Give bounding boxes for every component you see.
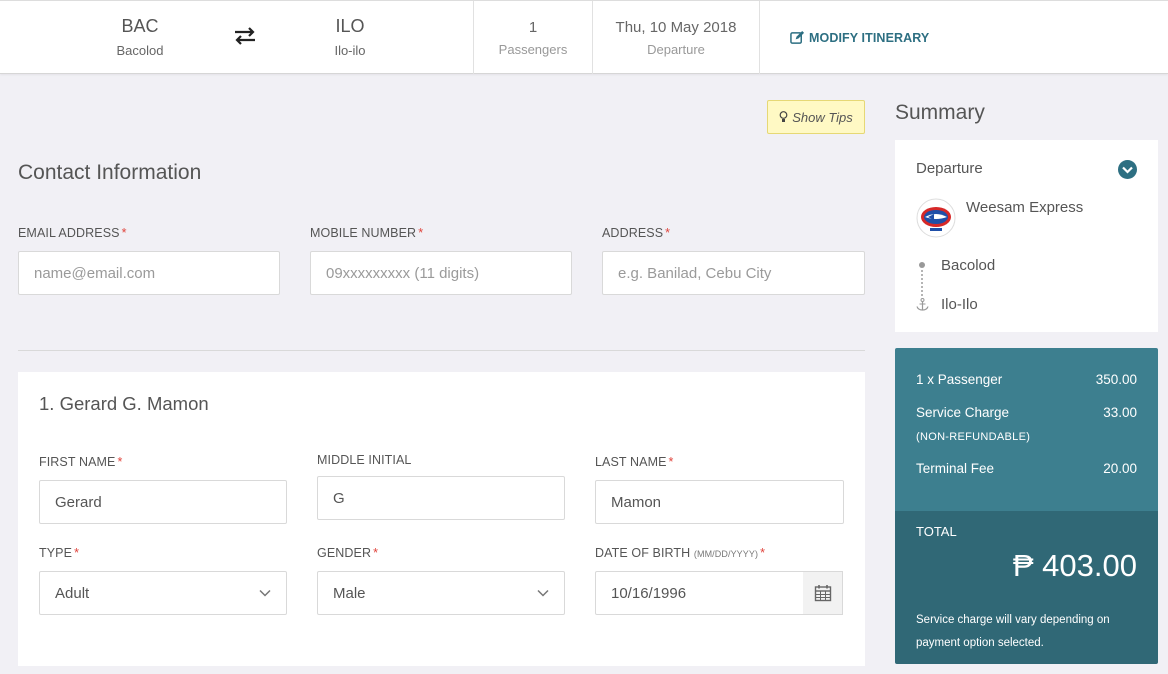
gender-label-text: GENDER — [317, 546, 372, 560]
type-label: TYPE * — [39, 546, 79, 560]
passenger-title: 1. Gerard G. Mamon — [39, 393, 209, 414]
required-marker: * — [373, 546, 379, 560]
fare-terminal-fee-label: Terminal Fee — [916, 461, 995, 476]
middle-initial-label: MIDDLE INITIAL — [317, 453, 412, 467]
chevron-down-icon — [259, 589, 271, 597]
last-name-input[interactable] — [595, 480, 844, 524]
itinerary-bar: BAC Bacolod ILO Ilo-ilo 1 Passengers Thu… — [0, 0, 1168, 74]
route-line — [921, 270, 923, 296]
fare-service-charge-note: (NON-REFUNDABLE) — [916, 431, 1031, 443]
fare-terminal-fee-value: 20.00 — [1103, 461, 1137, 476]
address-label: ADDRESS * — [602, 226, 670, 240]
mobile-label-text: MOBILE NUMBER — [310, 226, 417, 240]
dob-format-hint: (MM/DD/YYYY) — [693, 549, 759, 559]
mobile-label: MOBILE NUMBER * — [310, 226, 423, 240]
fare-passenger-value: 350.00 — [1095, 372, 1137, 387]
fare-service-charge-value: 33.00 — [1103, 405, 1137, 420]
required-marker: * — [121, 226, 127, 240]
fare-passenger-label: 1 x Passenger — [916, 372, 1003, 387]
origin-code: BAC — [121, 16, 159, 36]
address-label-text: ADDRESS — [602, 226, 664, 240]
service-charge-note: Service charge will vary depending on pa… — [916, 614, 1110, 649]
required-marker: * — [668, 455, 674, 469]
lightbulb-icon — [779, 111, 788, 122]
first-name-input[interactable] — [39, 480, 287, 524]
chevron-circle-down-icon[interactable] — [1118, 160, 1137, 179]
dob-input[interactable] — [595, 571, 804, 615]
required-marker: * — [665, 226, 671, 240]
modify-itinerary-button[interactable]: MODIFY ITINERARY — [790, 30, 929, 45]
type-select[interactable]: Adult — [39, 571, 287, 615]
edit-icon — [790, 30, 805, 44]
section-divider — [18, 350, 865, 351]
first-name-label: FIRST NAME * — [39, 455, 122, 469]
email-label-text: EMAIL ADDRESS — [18, 226, 120, 240]
origin-name: Bacolod — [116, 43, 164, 58]
middle-initial-input[interactable] — [317, 476, 565, 520]
departure-date-label: Departure — [647, 42, 705, 57]
anchor-icon — [916, 298, 929, 311]
show-tips-label: Show Tips — [792, 109, 853, 125]
route-origin: Bacolod — [941, 257, 996, 274]
required-marker: * — [418, 226, 424, 240]
required-marker: * — [74, 546, 80, 560]
operator-name: Weesam Express — [966, 199, 1084, 216]
gender-label: GENDER * — [317, 546, 378, 560]
total-amount: ₱ 403.00 — [1012, 548, 1137, 583]
gender-select[interactable]: Male — [317, 571, 565, 615]
destination-code: ILO — [335, 16, 365, 36]
departure-date: Thu, 10 May 2018 — [615, 19, 737, 36]
route-destination: Ilo-Ilo — [941, 296, 978, 313]
summary-title: Summary — [895, 101, 985, 124]
type-label-text: TYPE — [39, 546, 73, 560]
address-input[interactable] — [602, 251, 865, 295]
weesam-express-logo — [916, 198, 956, 238]
destination-name: Ilo-ilo — [334, 43, 366, 58]
departure-summary-label: Departure — [916, 160, 983, 177]
contact-section-title: Contact Information — [18, 161, 202, 184]
modify-itinerary-label: MODIFY ITINERARY — [809, 30, 930, 45]
email-label: EMAIL ADDRESS * — [18, 226, 127, 240]
divider — [592, 1, 593, 74]
dob-label: DATE OF BIRTH (MM/DD/YYYY) * — [595, 546, 765, 560]
type-value: Adult — [55, 584, 90, 602]
passenger-count: 1 — [528, 19, 538, 36]
passenger-count-label: Passengers — [498, 42, 568, 57]
last-name-label: LAST NAME * — [595, 455, 674, 469]
fare-service-charge-label: Service Charge — [916, 405, 1010, 420]
show-tips-button[interactable]: Show Tips — [767, 100, 865, 134]
dob-label-text: DATE OF BIRTH — [595, 546, 691, 560]
first-name-label-text: FIRST NAME — [39, 455, 116, 469]
origin-dot-icon — [919, 262, 925, 268]
calendar-button[interactable] — [803, 571, 843, 615]
required-marker: * — [760, 546, 766, 560]
mobile-input[interactable] — [310, 251, 572, 295]
chevron-down-icon — [537, 589, 549, 597]
last-name-label-text: LAST NAME — [595, 455, 667, 469]
gender-value: Male — [333, 584, 366, 602]
email-input[interactable] — [18, 251, 280, 295]
divider — [473, 1, 474, 74]
swap-arrows-icon[interactable] — [232, 23, 258, 49]
calendar-icon — [814, 585, 831, 602]
required-marker: * — [117, 455, 123, 469]
divider — [759, 1, 760, 74]
total-label: TOTAL — [916, 524, 957, 539]
